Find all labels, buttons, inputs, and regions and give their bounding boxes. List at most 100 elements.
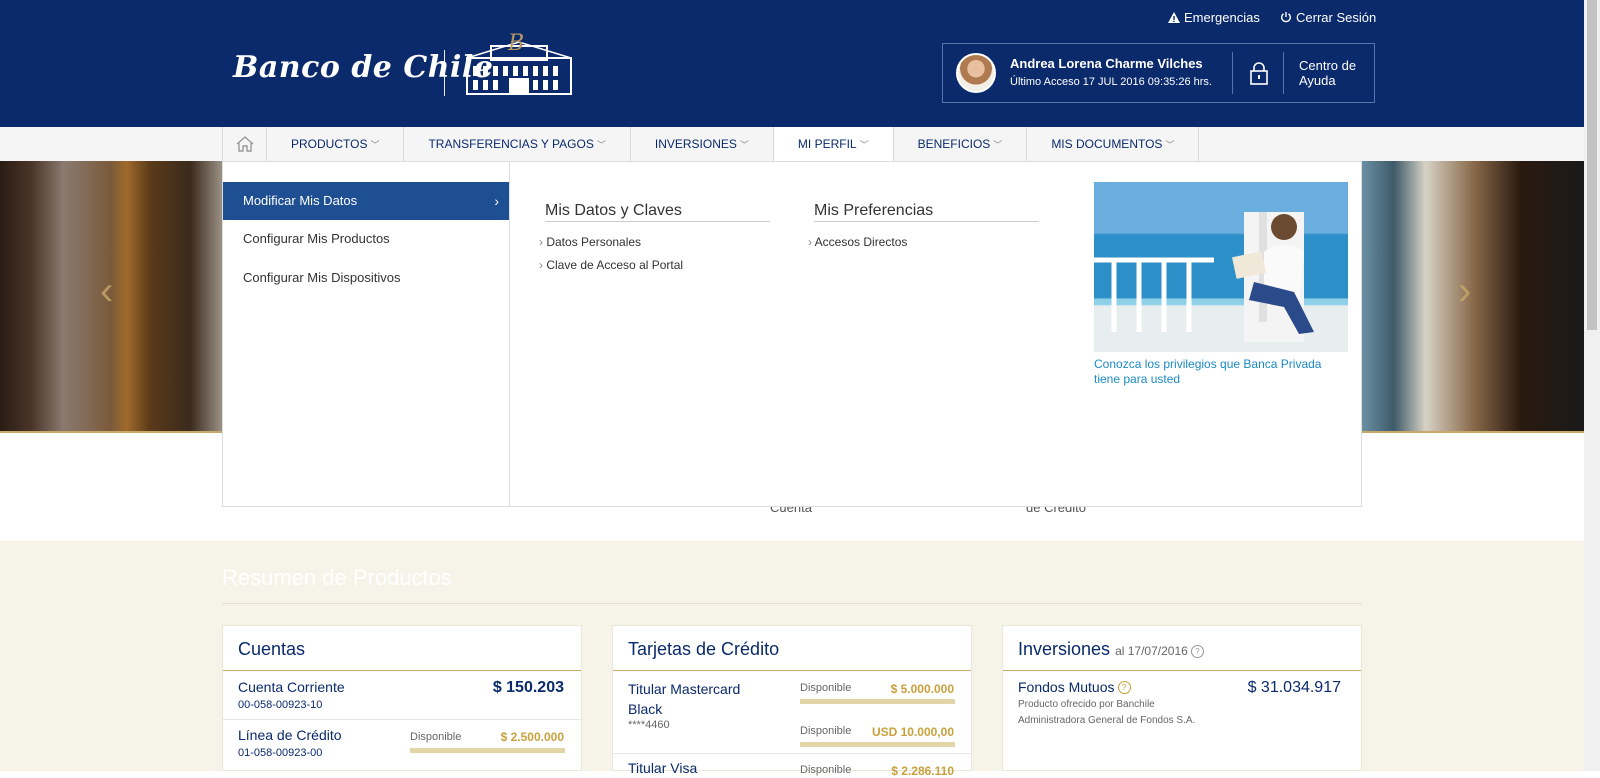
user-box-divider: [1283, 52, 1284, 94]
card-rule: [1003, 670, 1361, 671]
link-label: Datos Personales: [546, 235, 642, 249]
column-title: Mis Datos y Claves: [545, 202, 682, 219]
column-rule: [545, 221, 770, 222]
power-icon: [1281, 12, 1291, 23]
link-label: Clave de Acceso al Portal: [546, 258, 684, 272]
nav-label: MI PERFIL: [797, 137, 857, 151]
svg-text:B: B: [507, 31, 524, 56]
card-title: Cuentas: [238, 639, 306, 659]
chevron-down-icon: ﹀: [1165, 140, 1175, 150]
nav-home[interactable]: [222, 127, 267, 161]
logout-link[interactable]: Cerrar Sesión: [1280, 10, 1376, 25]
summary-divider: [222, 603, 1362, 604]
nav-beneficios[interactable]: BENEFICIOS ﹀: [894, 127, 1028, 161]
nav-mis-documentos[interactable]: MIS DOCUMENTOS ﹀: [1027, 127, 1200, 161]
avatar[interactable]: [956, 53, 996, 93]
fund-name-text: Fondos Mutuos: [1018, 679, 1115, 695]
available-bar: [800, 699, 955, 704]
nav-label: INVERSIONES: [654, 137, 737, 151]
available-label: Disponible: [800, 764, 852, 776]
card-title: Inversiones al 17/07/2016?: [1018, 639, 1204, 660]
nav-label: TRANSFERENCIAS Y PAGOS: [428, 137, 594, 151]
card-name[interactable]: Titular Visa: [628, 760, 697, 776]
nav-transferencias[interactable]: TRANSFERENCIAS Y PAGOS ﹀: [404, 127, 631, 161]
investments-date: al 17/07/2016: [1115, 644, 1188, 658]
account-name[interactable]: Cuenta Corriente: [238, 679, 345, 695]
credit-cards-card: Tarjetas de Crédito Titular Mastercard B…: [612, 625, 972, 778]
available-amount: $ 2.500.000: [500, 730, 564, 744]
main-nav: PRODUCTOS ﹀ TRANSFERENCIAS Y PAGOS ﹀ INVER…: [0, 127, 1584, 161]
link-datos-personales[interactable]: › Datos Personales: [539, 235, 641, 249]
accounts-card: Cuentas Cuenta Corriente 00-058-00923-10…: [222, 625, 582, 771]
card-rule: [613, 670, 971, 671]
available-bar: [410, 748, 565, 753]
account-number: 00-058-00923-10: [238, 699, 323, 711]
card-title: Tarjetas de Crédito: [628, 639, 780, 659]
chevron-right-icon: ›: [494, 193, 499, 209]
account-name[interactable]: Línea de Crédito: [238, 727, 342, 743]
available-label: Disponible: [800, 682, 852, 694]
submenu-label: Configurar Mis Dispositivos: [243, 270, 401, 285]
user-box: Andrea Lorena Charme Vilches Último Acce…: [942, 43, 1375, 103]
nav-inversiones[interactable]: INVERSIONES ﹀: [631, 127, 774, 161]
home-icon: [236, 136, 254, 152]
card-number: ****4460: [628, 719, 670, 731]
user-box-divider: [1232, 52, 1233, 94]
nav-label: MIS DOCUMENTOS: [1051, 137, 1163, 151]
promo-caption[interactable]: Conozca los privilegios que Banca Privad…: [1094, 357, 1349, 387]
column-rule: [814, 221, 1039, 222]
logo-divider: [444, 50, 445, 96]
mi-perfil-dropdown: Modificar Mis Datos › Configurar Mis Pro…: [222, 161, 1362, 507]
submenu-configurar-mis-productos[interactable]: Configurar Mis Productos: [223, 220, 509, 258]
scrollbar[interactable]: [1584, 0, 1600, 771]
chevron-down-icon: ﹀: [859, 140, 869, 150]
submenu: Modificar Mis Datos › Configurar Mis Pro…: [223, 162, 510, 506]
available-amount: $ 2.286.110: [891, 764, 954, 778]
submenu-modificar-mis-datos[interactable]: Modificar Mis Datos ›: [223, 182, 509, 220]
nav-label: PRODUCTOS: [291, 137, 368, 151]
lock-icon[interactable]: [1249, 61, 1269, 85]
promo-illustration: [1094, 212, 1314, 342]
fund-name[interactable]: Fondos Mutuos?: [1018, 679, 1131, 695]
help-icon[interactable]: ?: [1117, 681, 1131, 694]
nav-mi-perfil[interactable]: MI PERFIL ﹀: [773, 127, 894, 161]
row-divider: [223, 719, 581, 720]
chevron-down-icon: ﹀: [596, 140, 606, 150]
nav-productos[interactable]: PRODUCTOS ﹀: [267, 127, 405, 161]
chevron-down-icon: ﹀: [370, 140, 380, 150]
available-label: Disponible: [800, 725, 852, 737]
investments-card: Inversiones al 17/07/2016? Fondos Mutuos…: [1002, 625, 1362, 771]
help-icon[interactable]: ?: [1190, 645, 1204, 658]
fund-note: Producto ofrecido por Banchile Administr…: [1018, 699, 1196, 726]
last-access: Último Acceso 17 JUL 2016 09:35:26 hrs.: [1010, 76, 1212, 88]
card-rule: [223, 670, 581, 671]
available-amount: $ 5.000.000: [890, 682, 954, 696]
chevron-down-icon: ﹀: [993, 140, 1003, 150]
link-label: Accesos Directos: [814, 235, 908, 249]
chevron-down-icon: ﹀: [739, 140, 749, 150]
carousel-next-arrow-icon[interactable]: ›: [1458, 269, 1471, 314]
available-label: Disponible: [410, 731, 462, 743]
available-bar: [800, 742, 955, 747]
help-center-link[interactable]: Centro de Ayuda: [1299, 58, 1369, 88]
nav-label: BENEFICIOS: [917, 137, 991, 151]
scrollbar-thumb[interactable]: [1587, 0, 1597, 330]
user-name: Andrea Lorena Charme Vilches: [1010, 56, 1203, 71]
row-divider: [613, 753, 971, 754]
banca-privada-building-logo[interactable]: B: [463, 30, 575, 96]
emergencies-label: Emergencias: [1184, 10, 1260, 25]
carousel-prev-arrow-icon[interactable]: ‹: [100, 269, 113, 314]
account-balance: $ 150.203: [492, 679, 564, 696]
bank-logo[interactable]: Banco de Chile: [233, 50, 493, 85]
submenu-label: Configurar Mis Productos: [243, 231, 390, 246]
warning-triangle-icon: [1168, 12, 1180, 23]
column-title: Mis Preferencias: [814, 202, 934, 219]
link-accesos-directos[interactable]: › Accesos Directos: [808, 235, 907, 249]
emergencies-link[interactable]: Emergencias: [1168, 10, 1260, 25]
link-clave-acceso[interactable]: › Clave de Acceso al Portal: [539, 258, 683, 272]
promo-image[interactable]: [1094, 182, 1348, 352]
card-name[interactable]: Titular Mastercard Black: [628, 679, 778, 719]
account-number: 01-058-00923-00: [238, 747, 323, 759]
submenu-configurar-mis-dispositivos[interactable]: Configurar Mis Dispositivos: [223, 259, 509, 297]
submenu-label: Modificar Mis Datos: [243, 193, 358, 208]
